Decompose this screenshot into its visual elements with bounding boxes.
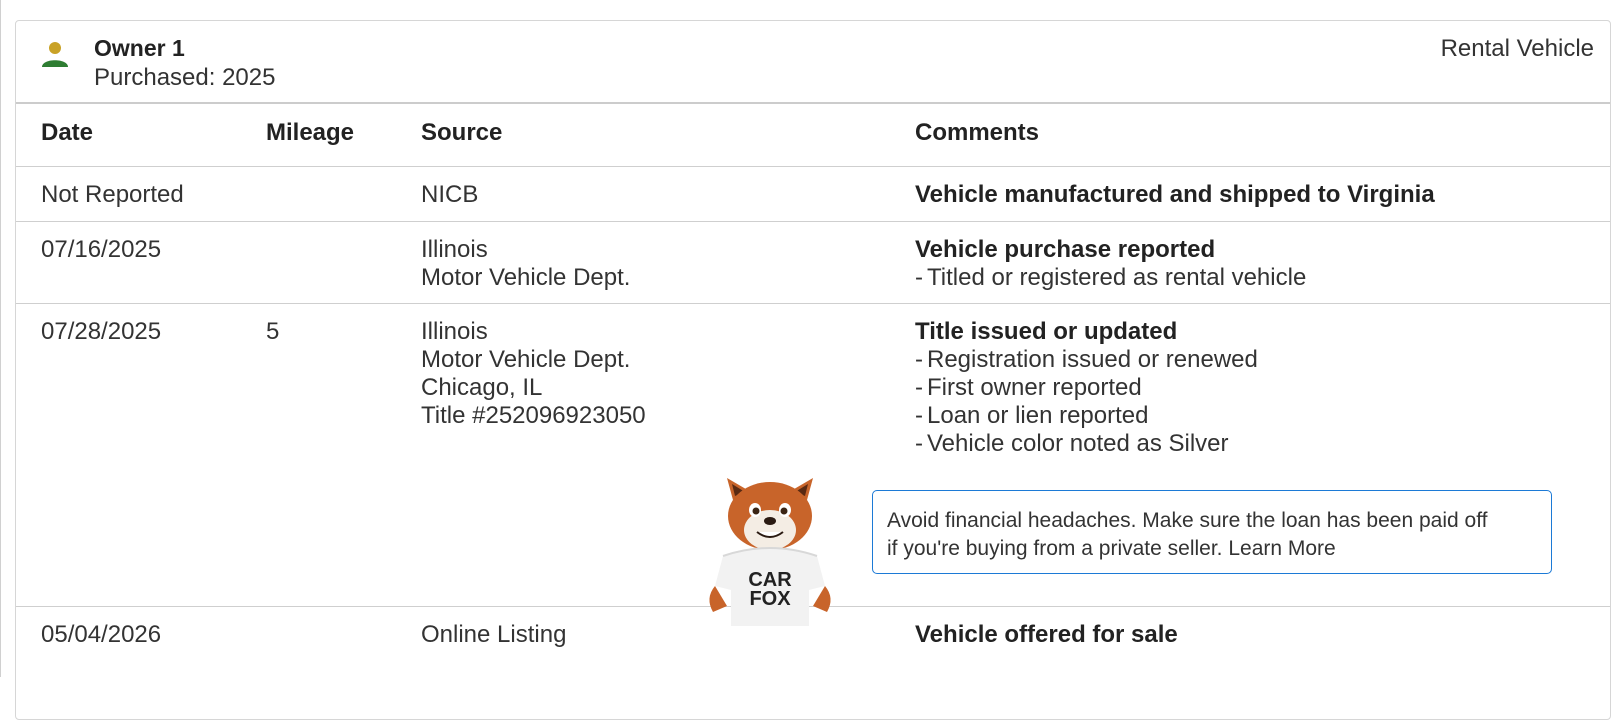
header-divider bbox=[16, 102, 1610, 104]
comment-title: Vehicle manufactured and shipped to Virg… bbox=[915, 181, 1435, 208]
row-source: Illinois Motor Vehicle Dept. Chicago, IL… bbox=[421, 318, 646, 430]
owner-header: Owner 1 Purchased: 2025 Rental Vehicle bbox=[16, 21, 1610, 105]
column-header-source: Source bbox=[421, 119, 503, 146]
source-line: NICB bbox=[421, 181, 479, 208]
page-left-edge bbox=[0, 0, 1, 677]
comment-detail: - Vehicle color noted as Silver bbox=[915, 430, 1229, 457]
row-source: Online Listing bbox=[421, 621, 566, 649]
row-source: Illinois Motor Vehicle Dept. bbox=[421, 236, 630, 292]
row-divider bbox=[16, 303, 1610, 304]
row-comments: Vehicle manufactured and shipped to Virg… bbox=[915, 181, 1435, 209]
owner-title: Owner 1 bbox=[94, 35, 185, 61]
row-mileage: 5 bbox=[266, 318, 280, 345]
comment-detail: - Loan or lien reported bbox=[915, 402, 1149, 429]
comment-detail-text: Titled or registered as rental vehicle bbox=[927, 264, 1307, 291]
row-comments: Title issued or updated - Registration is… bbox=[915, 318, 1258, 458]
comment-title: Vehicle offered for sale bbox=[915, 621, 1178, 648]
mascot-shirt-line-2: FOX bbox=[749, 588, 791, 610]
column-header-comments: Comments bbox=[915, 119, 1040, 146]
owner-purchased: Purchased: 2025 bbox=[94, 64, 276, 91]
comment-detail-text: Vehicle color noted as Silver bbox=[927, 430, 1229, 457]
row-date: 07/28/2025 bbox=[41, 318, 162, 345]
row-date: 07/16/2025 bbox=[41, 236, 162, 263]
row-date: 05/04/2026 bbox=[41, 621, 162, 648]
comment-detail: - Titled or registered as rental vehicle bbox=[915, 264, 1307, 291]
source-line: Chicago, IL bbox=[421, 374, 543, 401]
row-date: Not Reported bbox=[41, 181, 184, 208]
comment-title: Vehicle purchase reported bbox=[915, 236, 1216, 263]
person-icon bbox=[42, 42, 68, 67]
source-line: Motor Vehicle Dept. bbox=[421, 346, 631, 373]
comment-detail-text: First owner reported bbox=[927, 374, 1142, 401]
comment-detail-text: Loan or lien reported bbox=[927, 402, 1149, 429]
source-line: Motor Vehicle Dept. bbox=[421, 264, 631, 291]
row-comments: Vehicle purchase reported - Titled or reg… bbox=[915, 236, 1306, 292]
row-divider bbox=[16, 166, 1610, 167]
column-header-date: Date bbox=[41, 119, 94, 146]
loan-tip-box[interactable]: Avoid financial headaches. Make sure the… bbox=[872, 490, 1552, 574]
source-line: Online Listing bbox=[421, 621, 567, 648]
source-line: Illinois bbox=[421, 236, 488, 263]
owner-type: Rental Vehicle bbox=[1440, 35, 1594, 62]
source-line: Illinois bbox=[421, 318, 488, 345]
tip-text-line-1: Avoid financial headaches. Make sure the… bbox=[887, 509, 1488, 532]
row-divider bbox=[16, 221, 1610, 222]
source-line: Title #252096923050 bbox=[421, 402, 646, 429]
column-header-mileage: Mileage bbox=[266, 119, 355, 146]
carfox-mascot: CAR FOX bbox=[709, 478, 831, 626]
row-source: NICB bbox=[421, 181, 478, 209]
comment-detail-text: Registration issued or renewed bbox=[927, 346, 1258, 373]
row-comments: Vehicle offered for sale bbox=[915, 621, 1178, 649]
comment-title: Title issued or updated bbox=[915, 318, 1178, 345]
comment-detail: - Registration issued or renewed bbox=[915, 346, 1258, 373]
comment-detail: - First owner reported bbox=[915, 374, 1142, 401]
tip-text-line-2[interactable]: if you're buying from a private seller. … bbox=[887, 537, 1336, 560]
